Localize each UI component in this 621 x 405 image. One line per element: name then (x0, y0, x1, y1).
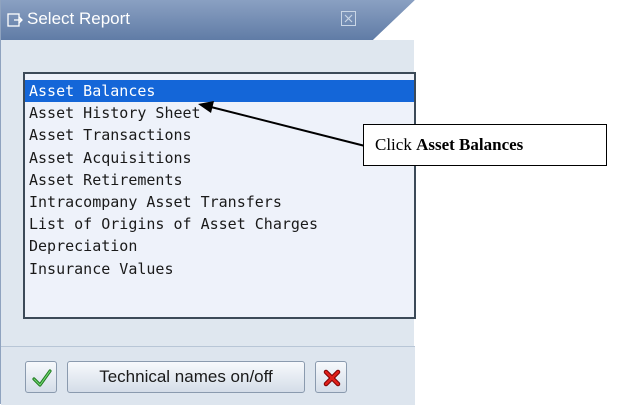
list-item-insurance-values[interactable]: Insurance Values (25, 258, 414, 280)
list-item-asset-retirements[interactable]: Asset Retirements (25, 169, 414, 191)
dialog-toolbar: Technical names on/off (1, 346, 415, 405)
list-item-intracompany-asset-transfers[interactable]: Intracompany Asset Transfers (25, 191, 414, 213)
cancel-x-icon (323, 369, 341, 387)
list-item-asset-acquisitions[interactable]: Asset Acquisitions (25, 147, 414, 169)
technical-names-toggle-button[interactable]: Technical names on/off (67, 361, 305, 393)
callout-emphasis: Asset Balances (416, 135, 524, 154)
list-item-depreciation[interactable]: Depreciation (25, 235, 414, 257)
checkmark-icon (32, 369, 52, 387)
title-bar: Select Report (1, 0, 415, 40)
ok-button[interactable] (25, 361, 57, 393)
report-select-icon (7, 12, 23, 28)
close-icon (344, 14, 353, 23)
callout-prefix: Click (375, 135, 417, 154)
close-button[interactable] (341, 11, 356, 26)
list-item-asset-balances[interactable]: Asset Balances (25, 80, 414, 103)
list-item-asset-transactions[interactable]: Asset Transactions (25, 124, 414, 146)
technical-names-label: Technical names on/off (99, 367, 273, 386)
select-report-dialog: Select Report Asset Balances Asset Histo… (0, 0, 416, 405)
dialog-title: Select Report (27, 9, 130, 28)
report-list[interactable]: Asset Balances Asset History Sheet Asset… (23, 72, 416, 319)
list-item-asset-history-sheet[interactable]: Asset History Sheet (25, 102, 414, 124)
instruction-callout: Click Asset Balances (363, 124, 607, 166)
cancel-button[interactable] (315, 361, 347, 393)
list-item-origins-of-asset-charges[interactable]: List of Origins of Asset Charges (25, 213, 414, 235)
